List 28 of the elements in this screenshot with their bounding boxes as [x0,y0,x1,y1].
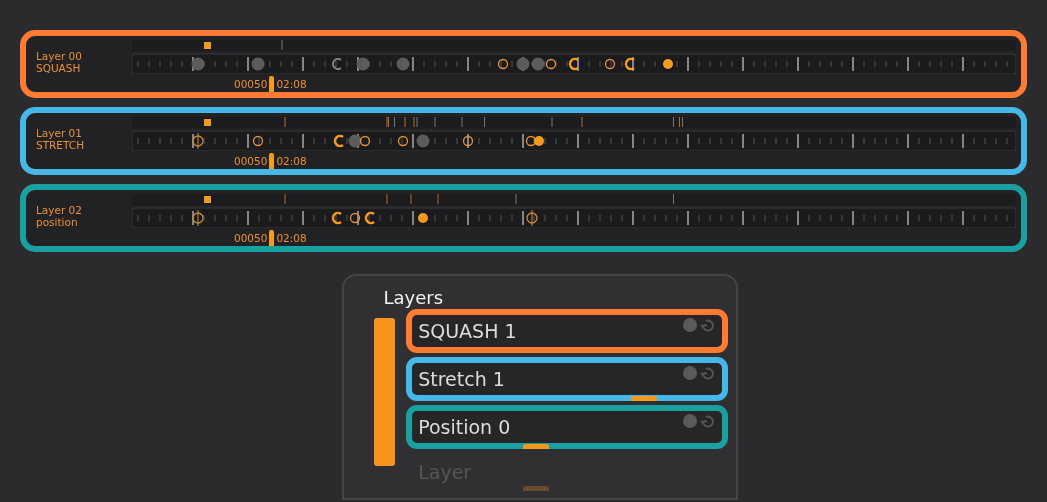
dot-icon[interactable] [681,317,698,333]
layer-number-label: Layer 01 [36,127,82,139]
frame-number: 00050 [234,78,268,90]
layer-slider-bar[interactable] [373,318,396,466]
layer-name-label: SQUASH [36,62,81,74]
layer-number-label: Layer 00 [36,50,82,62]
slider-thumb[interactable] [522,444,549,449]
time-readout: 02:08 [276,78,307,90]
outlined-layer-row[interactable]: Stretch 1 [406,357,728,401]
dot-icon[interactable] [681,413,698,429]
outlined-layer-row[interactable]: Position 0 [406,405,728,449]
playhead-handle[interactable] [269,76,275,92]
cycle-icon[interactable] [699,317,716,333]
frame-number: 00050 [234,155,268,167]
time-readout: 02:08 [276,155,307,167]
panel-title: Layers [383,288,445,308]
time-readout: 02:08 [276,232,307,244]
layer-number-label: Layer 02 [36,204,82,216]
dot-icon[interactable] [681,365,698,381]
slider-thumb[interactable] [631,396,658,401]
playhead-handle[interactable] [269,230,275,246]
cycle-icon[interactable] [699,365,716,381]
playhead-handle[interactable] [269,153,275,169]
outlined-layer-row[interactable]: SQUASH 1 [406,309,728,353]
layer-name-label: position [36,216,78,228]
layer-name-label: STRETCH [36,139,85,151]
frame-number: 00050 [234,232,268,244]
cycle-icon[interactable] [699,413,716,429]
